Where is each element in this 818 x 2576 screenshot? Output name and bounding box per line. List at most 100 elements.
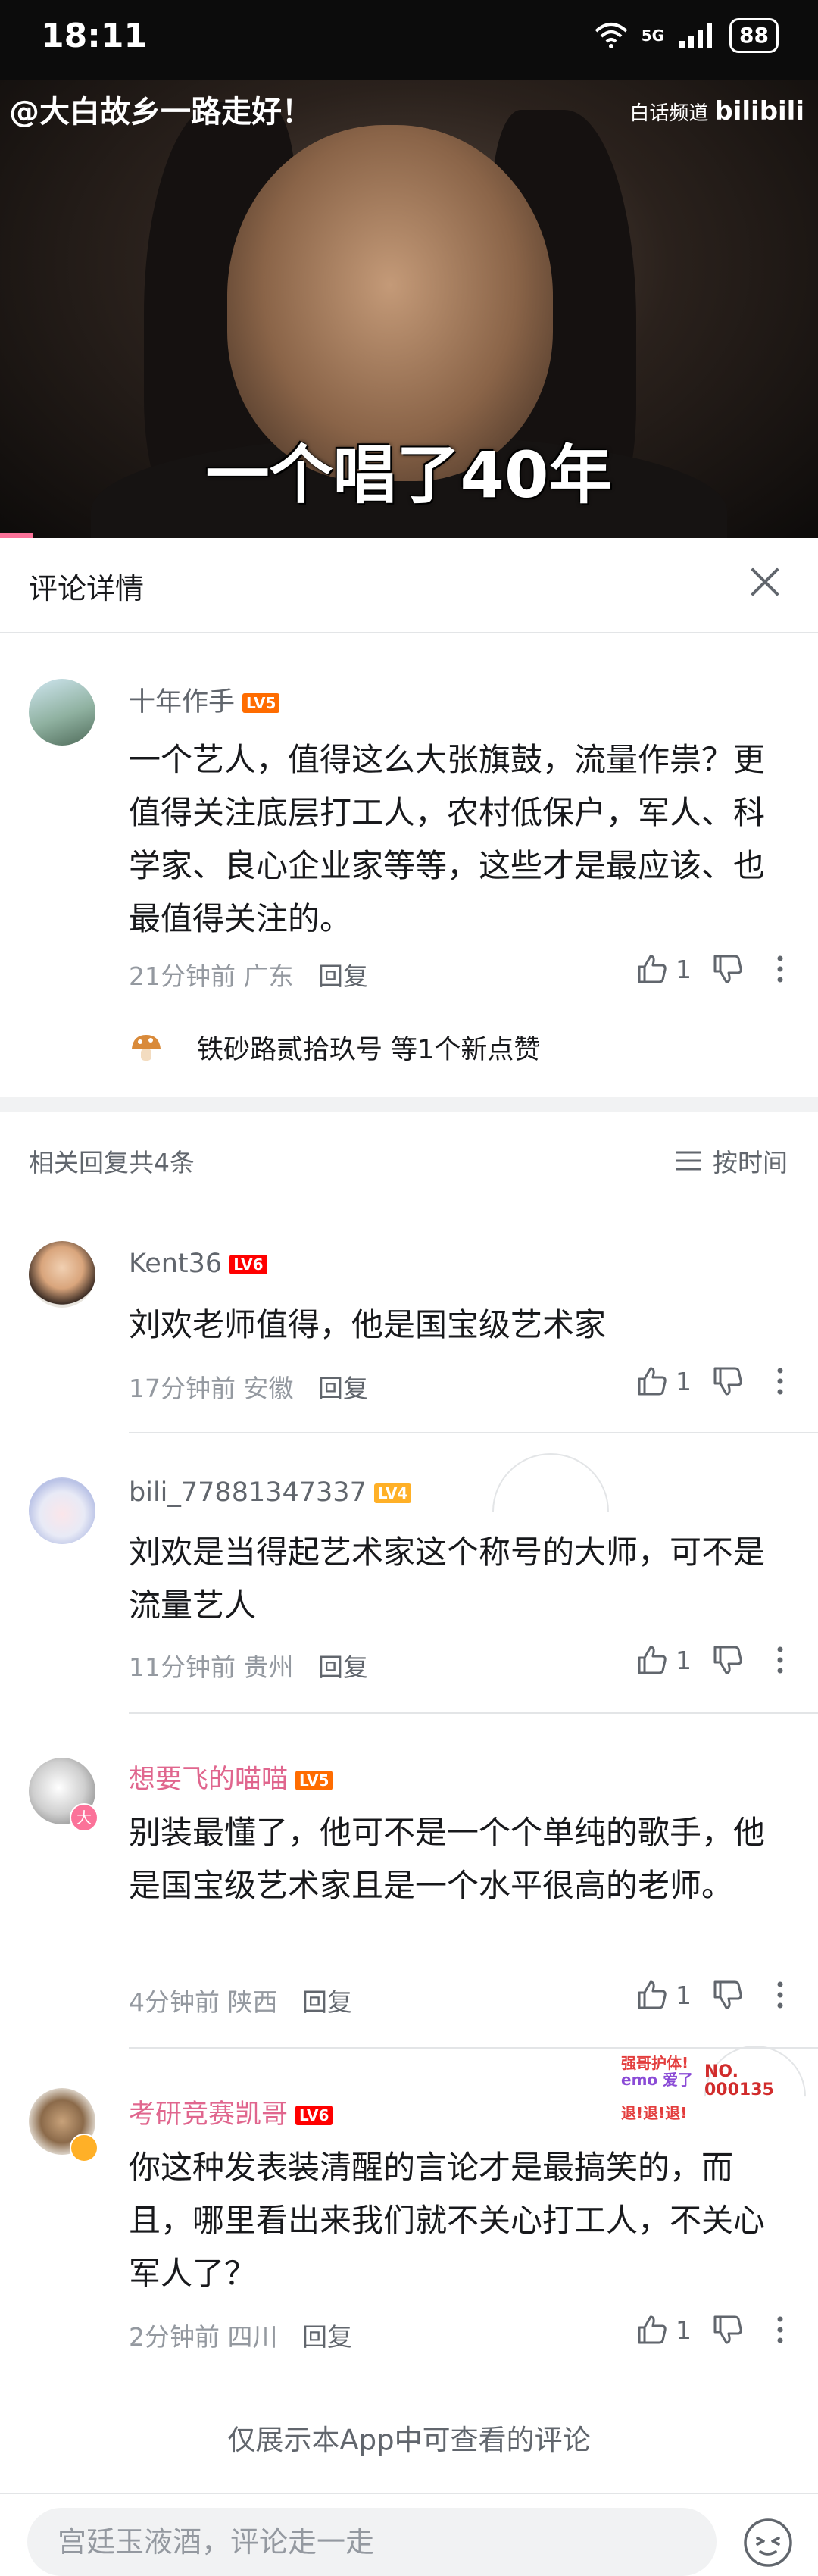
channel-name: 白话频道 <box>629 102 709 125</box>
video-player[interactable]: @大白故乡一路走好！ 白话频道 bilibili 一个唱了40年 <box>0 80 818 538</box>
comment-username[interactable]: 考研竞赛凯哥 LV6 <box>129 2093 333 2131</box>
level-badge: LV6 <box>295 2106 333 2125</box>
comment-meta: 2分钟前 四川 回复 <box>129 2317 352 2353</box>
comment-text: 刘欢是当得起艺术家这个称号的大师，可不是流量艺人 <box>129 1533 766 1624</box>
dislike-button[interactable] <box>712 1979 765 2011</box>
reply-button[interactable]: 回复 <box>302 2322 352 2352</box>
wifi-icon <box>595 23 628 48</box>
comment-time: 2分钟前 <box>129 2322 220 2352</box>
comment-meta: 4分钟前 陕西 回复 <box>129 1982 352 2018</box>
comment-username[interactable]: 十年作手 LV5 <box>129 680 280 719</box>
comment-username[interactable]: bili_77881347337 LV4 <box>129 1477 412 1508</box>
thumb-down-icon <box>713 1980 742 2009</box>
more-button[interactable] <box>765 1980 795 2009</box>
thumb-down-icon <box>713 2315 742 2344</box>
comment-time: 17分钟前 <box>129 1374 236 1403</box>
mushroom-icon <box>132 1034 161 1061</box>
thumb-down-icon <box>713 1367 742 1396</box>
avatar[interactable] <box>29 1477 95 1544</box>
avatar-badge: 大 <box>70 1803 98 1832</box>
likers-text: 铁砂路贰拾玖号 等1个新点赞 <box>197 1035 541 1065</box>
like-count: 1 <box>676 1366 692 1396</box>
comment-meta: 17分钟前 安徽 回复 <box>129 1368 368 1405</box>
dislike-button[interactable] <box>712 2314 765 2346</box>
like-button[interactable]: 1 <box>636 953 712 985</box>
thumb-up-icon <box>638 1980 667 2009</box>
more-button[interactable] <box>765 1646 795 1674</box>
sort-label: 按时间 <box>713 1148 788 1177</box>
reply-count: 相关回复共4条 <box>29 1148 195 1177</box>
avatar[interactable] <box>29 679 95 746</box>
comment-location: 安徽 <box>243 1374 294 1403</box>
username-text[interactable]: 十年作手 <box>129 687 235 717</box>
comment-text: 别装最懂了，他可不是一个个单纯的歌手，他是国宝级艺术家且是一个水平很高的老师。 <box>129 1814 766 1904</box>
more-button[interactable] <box>765 1367 795 1396</box>
comment-meta: 11分钟前 贵州 回复 <box>129 1647 368 1683</box>
comment-text: 一个艺人，值得这么大张旗鼓，流量作祟？更值得关注底层打工人，农村低保户，军人、科… <box>129 741 766 937</box>
username-text[interactable]: bili_77881347337 <box>129 1477 367 1508</box>
comment-input[interactable]: 宫廷玉液酒，评论走一走 <box>27 2508 717 2576</box>
reply-comment: 考研竞赛凯哥 LV6 你这种发表装清醒的言论才是最搞笑的，而且，哪里看出来我们就不… <box>0 2049 818 2382</box>
sort-button[interactable]: 按时间 <box>675 1143 788 1179</box>
like-button[interactable]: 1 <box>636 1644 712 1676</box>
dislike-button[interactable] <box>712 953 765 985</box>
avatar-badge <box>70 2134 98 2162</box>
video-watermark: @大白故乡一路走好！ <box>9 95 312 130</box>
like-button[interactable]: 1 <box>636 2314 712 2346</box>
comment-username[interactable]: Kent36 LV6 <box>129 1249 267 1279</box>
comment-actions: 1 <box>636 953 795 985</box>
username-text[interactable]: 想要飞的喵喵 <box>129 1765 288 1795</box>
reply-button[interactable]: 回复 <box>318 1652 368 1682</box>
reply-comment: Kent36 LV6 刘欢老师值得，他是国宝级艺术家 17分钟前 安徽 回复 1 <box>0 1203 818 1432</box>
reply-button[interactable]: 回复 <box>318 1374 368 1403</box>
comment-location: 四川 <box>227 2322 278 2352</box>
like-count: 1 <box>676 954 692 984</box>
like-count: 1 <box>676 1980 692 2010</box>
network-type: 5G <box>641 27 665 45</box>
level-badge: LV4 <box>373 1483 412 1503</box>
thumb-up-icon <box>638 1367 667 1396</box>
more-button[interactable] <box>765 955 795 983</box>
panel-title: 评论详情 <box>29 572 145 605</box>
comment-meta: 21分钟前 广东 回复 <box>129 956 368 993</box>
more-icon <box>777 2316 783 2343</box>
status-time: 18:11 <box>41 17 148 55</box>
footer-note: 仅展示本App中可查看的评论 <box>227 2424 591 2456</box>
comment-username[interactable]: 想要飞的喵喵 LV5 <box>129 1758 333 1796</box>
new-likes-notice[interactable]: 铁砂路贰拾玖号 等1个新点赞 <box>129 1028 540 1067</box>
username-text[interactable]: 考研竞赛凯哥 <box>129 2099 288 2130</box>
close-icon[interactable] <box>742 559 788 605</box>
comment-location: 贵州 <box>243 1652 294 1682</box>
reply-button[interactable]: 回复 <box>318 961 368 991</box>
like-count: 1 <box>676 1645 692 1675</box>
comment-text: 刘欢老师值得，他是国宝级艺术家 <box>129 1306 607 1343</box>
comment-location: 广东 <box>243 961 294 991</box>
comment-detail-header: 评论详情 <box>0 538 818 633</box>
battery-indicator: 88 <box>729 18 779 53</box>
more-icon <box>777 1368 783 1395</box>
comment-actions: 1 <box>636 1644 795 1676</box>
comment-actions: 1 <box>636 1365 795 1397</box>
dislike-button[interactable] <box>712 1365 765 1397</box>
more-icon <box>777 1646 783 1674</box>
level-badge: LV6 <box>229 1255 267 1274</box>
avatar[interactable] <box>29 1241 95 1308</box>
dislike-button[interactable] <box>712 1644 765 1676</box>
more-button[interactable] <box>765 2315 795 2344</box>
reply-comment: 大 想要飞的喵喵 LV5 别装最懂了，他可不是一个个单纯的歌手，他是国宝级艺术家且… <box>0 1714 818 2047</box>
like-button[interactable]: 1 <box>636 1365 712 1397</box>
thumb-up-icon <box>638 1646 667 1674</box>
comment-time: 4分钟前 <box>129 1987 220 2017</box>
video-subtitle: 一个唱了40年 <box>205 438 613 512</box>
comment-text: 你这种发表装清醒的言论才是最搞笑的，而且，哪里看出来我们就不关心打工人，不关心军… <box>129 2149 766 2292</box>
comment-location: 陕西 <box>227 1987 278 2017</box>
level-badge: LV5 <box>242 693 280 713</box>
replies-header: 相关回复共4条 按时间 <box>0 1112 818 1203</box>
emoji-icon[interactable] <box>741 2515 795 2570</box>
username-text[interactable]: Kent36 <box>129 1249 222 1279</box>
thumb-down-icon <box>713 1646 742 1674</box>
comment-actions: 1 <box>636 1979 795 2011</box>
reply-button[interactable]: 回复 <box>302 1987 352 2017</box>
like-button[interactable]: 1 <box>636 1979 712 2011</box>
comment-actions: 1 <box>636 2314 795 2346</box>
